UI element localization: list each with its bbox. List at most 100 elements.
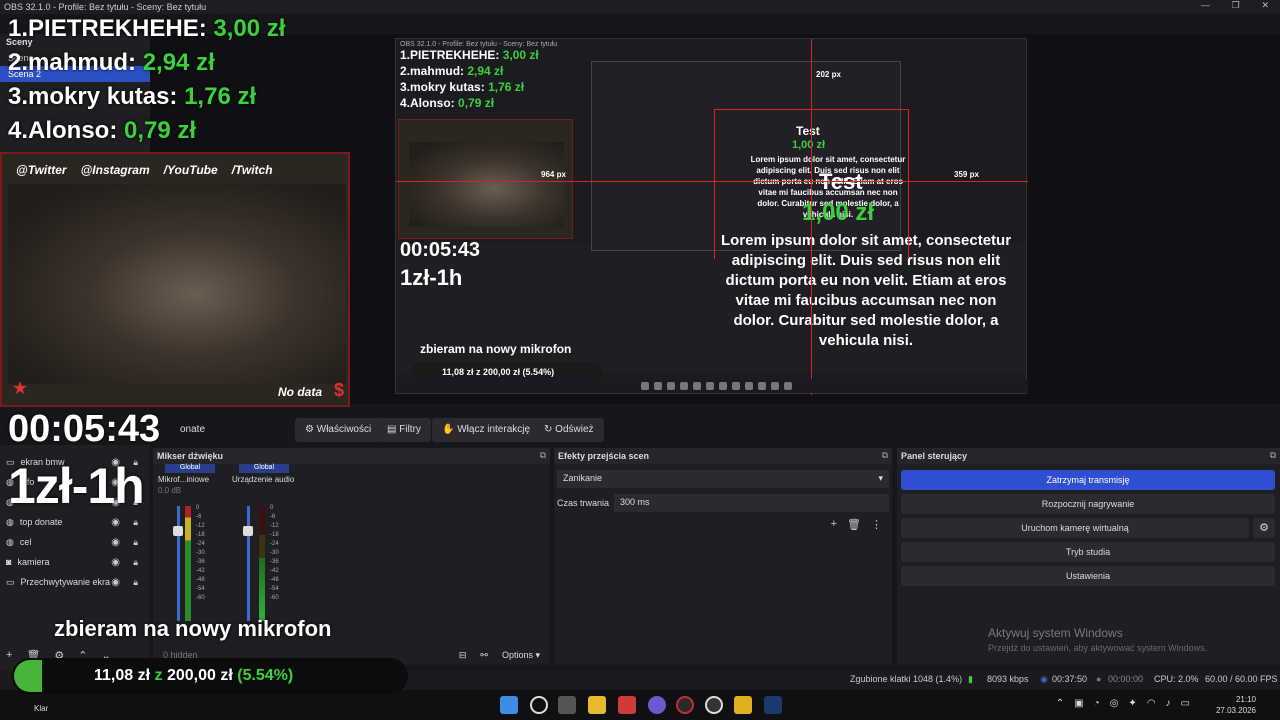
mixer-header: Mikser dźwięku: [153, 448, 550, 464]
bitrate: 8093 kbps: [987, 674, 1029, 684]
hand-icon: ✋: [442, 424, 458, 435]
add-icon[interactable]: +: [831, 518, 837, 531]
nodata-label: No data: [277, 385, 322, 399]
search-icon[interactable]: [530, 696, 548, 714]
undock-icon[interactable]: ⧉: [1270, 450, 1276, 461]
dollar-icon: $: [333, 380, 344, 400]
more-icon[interactable]: ⋮: [871, 518, 882, 531]
activate-windows-subtitle: Przejdź do ustawień, aby aktywować syste…: [988, 643, 1208, 653]
tray-app-icon[interactable]: ◔: [1094, 698, 1100, 709]
source-item[interactable]: ◍ top donate ◉ 🔒︎: [6, 513, 146, 531]
minimize-icon[interactable]: —: [1201, 0, 1210, 14]
wifi-icon[interactable]: ◠: [1147, 698, 1156, 709]
donor-row: 1.PIETREKHEHE: 3,00 zł: [8, 15, 286, 42]
options-button[interactable]: Options ▾: [502, 650, 540, 661]
transitions-header: Efekty przejścia scen: [554, 448, 892, 464]
opera-icon[interactable]: [676, 696, 694, 714]
nested-donor-list: 1.PIETREKHEHE: 3,00 zł 2.mahmud: 2,94 zł…: [400, 48, 539, 110]
guide-line-h2: [714, 109, 909, 110]
layout-icon[interactable]: ⊟: [459, 650, 467, 661]
source-item[interactable]: ◙ kamiera ◉ 🔒︎: [6, 553, 146, 571]
start-icon[interactable]: [500, 696, 518, 714]
screen-capture-source: OBS 32.1.0 - Profile: Bez tytułu - Sceny…: [395, 38, 1028, 395]
donor-list: 1.PIETREKHEHE: 3,00 zł 2.mahmud: 2,94 zł…: [8, 12, 285, 148]
volume-slider[interactable]: [243, 526, 253, 536]
instagram-label: @Instagram: [80, 163, 150, 177]
guide-line-v2: [714, 109, 715, 259]
lock-icon: 🔒︎: [133, 556, 138, 567]
nested-small-test-amount: 1,00 zł: [792, 139, 826, 151]
guide-line-v3: [908, 109, 909, 259]
source-item[interactable]: ▭ Przechwytywanie ekra ◉ 🔒︎: [6, 573, 146, 591]
eye-icon: ◉: [111, 556, 120, 568]
monitor-icon: ▭: [6, 576, 15, 587]
channel-name[interactable]: Mikrof...iniowe: [155, 473, 225, 486]
tray-app-icon[interactable]: ✦: [1128, 698, 1136, 709]
source-toolbar: onate ⚙ Właściwości ▤ Filtry ✋ Włącz int…: [150, 418, 1280, 442]
nested-lorem: Lorem ipsum dolor sit amet, consectetur …: [720, 232, 1012, 349]
signal-icon: ▮: [968, 674, 973, 684]
discord-icon[interactable]: [648, 696, 666, 714]
filters-button[interactable]: ▤ Filtry: [377, 418, 431, 442]
tray-app-icon[interactable]: ▣: [1074, 698, 1083, 709]
battery-icon[interactable]: ▭: [1181, 698, 1190, 709]
db-scale: 0 -6 -12 -18 -24 -30 -36 -42 -48 -54 -60: [196, 505, 205, 601]
channel-name[interactable]: Urządzenie audio: [229, 473, 299, 486]
clock[interactable]: 21:10 27.03.2026: [1216, 694, 1256, 716]
chevron-up-icon[interactable]: ⌃: [1056, 698, 1064, 709]
donate-source-label: onate: [180, 424, 206, 435]
transition-select[interactable]: Zanikanie ▾: [557, 470, 889, 488]
folder-icon[interactable]: [588, 696, 606, 714]
transition-buttons: + 🗑︎ ⋮: [831, 518, 882, 531]
app-icon[interactable]: [618, 696, 636, 714]
refresh-icon: ↻: [544, 424, 556, 435]
tray-app-icon[interactable]: ◎: [1110, 698, 1119, 709]
trash-icon[interactable]: 🗑︎: [847, 518, 861, 531]
duration-input[interactable]: 300 ms: [614, 494, 889, 512]
donor-row: 3.mokry kutas: 1,76 zł: [8, 83, 257, 110]
klar-label: Klar: [34, 704, 49, 713]
px-label-964: 964 px: [541, 170, 566, 179]
app2-icon[interactable]: [734, 696, 752, 714]
settings-button[interactable]: Ustawienia: [901, 566, 1275, 586]
browser-icon: ◍: [6, 536, 14, 547]
nested-taskbar: [396, 379, 1028, 393]
store-icon[interactable]: [558, 696, 576, 714]
steam-icon[interactable]: [764, 696, 782, 714]
fps: 60.00 / 60.00 FPS: [1205, 674, 1278, 684]
twitch-label: /Twitch: [231, 163, 273, 177]
windows-taskbar: ⌃ ▣ ◔ ◎ ✦ ◠ ♪ ▭ 21:10 27.03.2026: [0, 690, 1280, 720]
goal-progress: 11,08 zł z 200,00 zł (5.54%): [12, 658, 408, 694]
virtual-camera-button[interactable]: Uruchom kamerę wirtualną: [901, 518, 1249, 538]
undock-icon[interactable]: ⧉: [882, 450, 888, 461]
camera-icon: ◙: [6, 557, 12, 567]
studio-mode-button[interactable]: Tryb studia: [901, 542, 1275, 562]
nested-timer: 00:05:43: [400, 239, 481, 261]
close-icon[interactable]: ✕: [1262, 0, 1270, 14]
interact-button[interactable]: ✋ Włącz interakcję: [432, 418, 541, 442]
obs-icon[interactable]: [705, 696, 723, 714]
refresh-button[interactable]: ↻ Odśwież: [534, 418, 604, 442]
gear-icon[interactable]: ⚙: [1253, 518, 1275, 538]
add-icon[interactable]: +: [6, 649, 12, 661]
webcam-overlay: @Twitter @Instagram /YouTube /Twitch ★ N…: [0, 152, 350, 407]
maximize-icon[interactable]: ❐: [1232, 0, 1240, 14]
duration-label: Czas trwania: [557, 498, 610, 508]
undock-icon[interactable]: ⧉: [540, 450, 546, 461]
stream-time: 00:37:50: [1052, 674, 1088, 684]
link-icon[interactable]: ⚯: [480, 650, 488, 661]
lock-icon: 🔒︎: [133, 536, 138, 547]
social-bar: @Twitter @Instagram /YouTube /Twitch: [8, 158, 346, 182]
start-recording-button[interactable]: Rozpocznij nagrywanie: [901, 494, 1275, 514]
nested-test: Test: [819, 169, 863, 194]
stop-stream-button[interactable]: Zatrzymaj transmisję: [901, 470, 1275, 490]
source-item[interactable]: ◍ cel ◉ 🔒︎: [6, 533, 146, 551]
nested-small-test: Test: [796, 124, 820, 138]
volume-slider[interactable]: [173, 526, 183, 536]
chevron-down-icon: ▾: [878, 473, 883, 483]
guide-line-v: [811, 39, 812, 395]
eye-icon: ◉: [111, 516, 120, 528]
properties-button[interactable]: ⚙ Właściwości: [295, 418, 382, 442]
nested-webcam: [398, 119, 573, 239]
volume-icon[interactable]: ♪: [1166, 698, 1171, 709]
